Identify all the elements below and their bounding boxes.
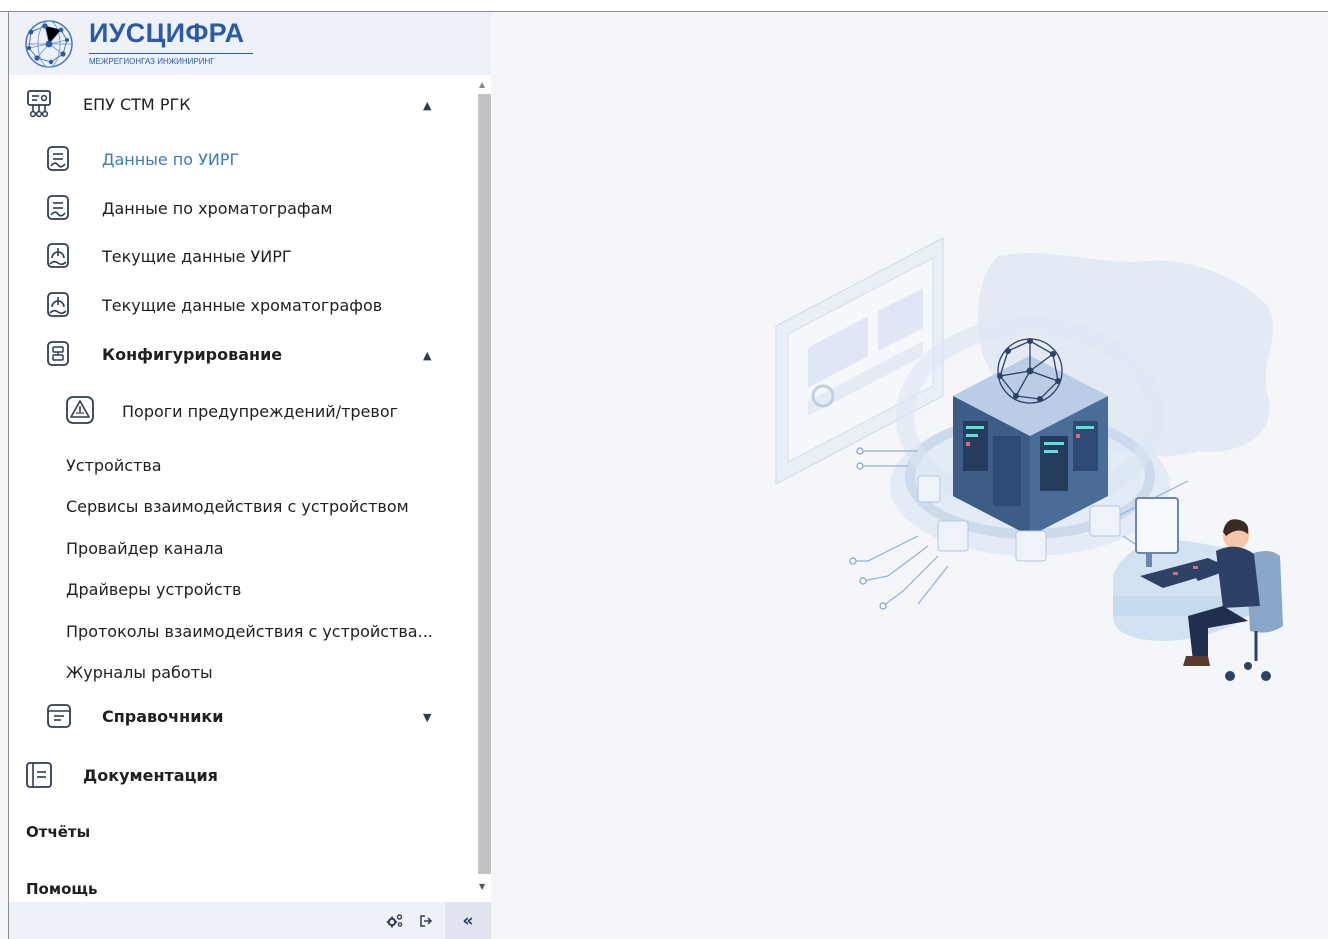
menu-item-current-uirg[interactable]: Текущие данные УИРГ [9,242,475,276]
network-icon [27,90,51,118]
sidebar: ИУСЦИФРА МЕЖРЕГИОНГАЗ ИНЖИНИРИНГ ЕПУ СТМ… [9,12,491,939]
menu-item-device-services[interactable]: Сервисы взаимодействия с устройством [9,494,475,522]
menu-item-chromatograph-data[interactable]: Данные по хроматографам [9,194,475,228]
scroll-down-icon[interactable]: ▼ [479,882,485,891]
menu-item-device-protocols-label: Протоколы взаимодействия с устройства... [66,622,433,641]
collapse-caret-icon[interactable]: ▲ [423,349,431,362]
logo-globe-icon [25,20,73,68]
chart-doc-icon [47,195,69,220]
menu-item-channel-provider[interactable]: Провайдер канала [9,536,475,564]
scroll-up-icon[interactable]: ▲ [479,80,485,89]
menu-item-chromatograph-data-label: Данные по хроматографам [102,199,333,218]
brand-subtitle: МЕЖРЕГИОНГАЗ ИНЖИНИРИНГ [89,57,215,66]
menu-group-config[interactable]: Конфигурирование ▲ [9,340,475,374]
menu-item-help[interactable]: Помощь [9,877,475,905]
sidebar-footer: « [9,902,491,939]
menu-item-current-uirg-label: Текущие данные УИРГ [102,247,292,266]
window-top-border [0,0,1328,12]
expand-caret-icon[interactable]: ▼ [423,711,431,724]
menu-group-epu-label: ЕПУ СТМ РГК [83,95,191,114]
folder-icon [47,704,71,728]
menu-group-config-label: Конфигурирование [102,345,283,364]
menu-group-epu[interactable]: ЕПУ СТМ РГК ▲ [9,89,475,121]
gauge-icon [47,292,69,317]
menu-item-devices-label: Устройства [66,456,162,475]
brand-divider [89,53,253,54]
book-icon [26,762,52,788]
menu-item-channel-provider-label: Провайдер канала [66,539,224,558]
warning-icon [66,396,94,424]
logout-icon [420,914,433,927]
menu-item-uirg-data[interactable]: Данные по УИРГ [9,145,475,179]
menu-item-help-label: Помощь [26,880,98,898]
menu-item-thresholds-label: Пороги предупреждений/тревог [122,402,399,421]
menu-item-reports-label: Отчёты [26,823,91,841]
nav-menu: ЕПУ СТМ РГК ▲ Данные по УИРГ Данные по х… [9,75,475,909]
collapse-sidebar-button[interactable]: « [445,902,491,939]
brand-title: ИУСЦИФРА [89,18,245,48]
menu-item-device-drivers[interactable]: Драйверы устройств [9,577,475,605]
menu-group-references[interactable]: Справочники ▼ [9,702,475,736]
collapse-caret-icon[interactable]: ▲ [423,99,431,112]
menu-item-device-protocols[interactable]: Протоколы взаимодействия с устройства... [9,619,475,647]
scrollbar-thumb[interactable] [478,94,491,874]
gauge-icon [47,243,69,268]
config-icon [47,341,69,366]
menu-item-current-chromatograph[interactable]: Текущие данные хроматографов [9,291,475,325]
logo-bar[interactable]: ИУСЦИФРА МЕЖРЕГИОНГАЗ ИНЖИНИРИНГ [9,12,491,75]
menu-item-documentation[interactable]: Документация [9,760,475,794]
chart-doc-icon [47,146,69,171]
menu-item-documentation-label: Документация [83,766,218,785]
menu-item-reports[interactable]: Отчёты [9,820,475,848]
menu-item-uirg-data-label: Данные по УИРГ [102,150,240,169]
menu-item-device-services-label: Сервисы взаимодействия с устройством [66,497,409,516]
menu-group-references-label: Справочники [102,707,224,726]
logout-button[interactable] [415,902,437,939]
settings-icon [386,913,403,927]
menu-item-devices[interactable]: Устройства [9,453,475,481]
menu-item-work-logs-label: Журналы работы [66,663,213,682]
menu-item-device-drivers-label: Драйверы устройств [66,580,242,599]
menu-item-work-logs[interactable]: Журналы работы [9,660,475,688]
menu-item-current-chromatograph-label: Текущие данные хроматографов [102,296,383,315]
menu-item-thresholds[interactable]: Пороги предупреждений/тревог [9,395,475,431]
settings-button[interactable] [383,902,407,939]
sidebar-scrollbar[interactable]: ▲ ▼ [475,80,491,912]
server-illustration [775,237,1283,681]
